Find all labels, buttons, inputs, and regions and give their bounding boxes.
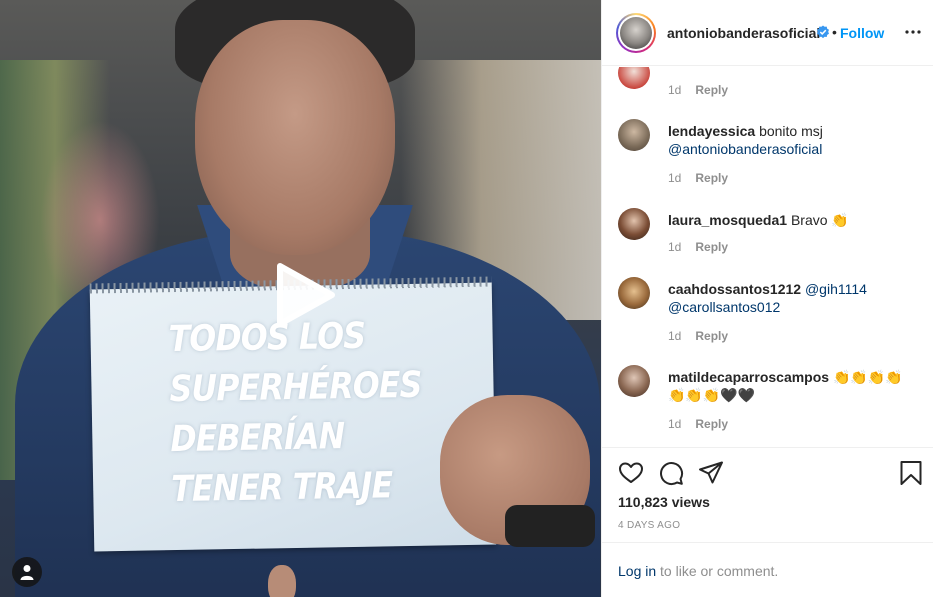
comment-username[interactable]: lendayessica [668, 123, 755, 139]
reply-button[interactable]: Reply [695, 171, 728, 185]
comment-icon[interactable] [658, 460, 684, 486]
reply-button[interactable]: Reply [695, 329, 728, 343]
view-count[interactable]: 110,823 views [618, 494, 710, 510]
comment-avatar[interactable] [618, 119, 650, 151]
author-avatar[interactable] [616, 13, 656, 53]
comment-text: lendayessica bonito msj @antoniobanderas… [668, 122, 908, 158]
comment-username[interactable]: caahdossantos1212 [668, 281, 801, 297]
login-link[interactable]: Log in [618, 563, 656, 579]
comment-avatar[interactable] [618, 208, 650, 240]
share-icon[interactable] [698, 460, 724, 486]
reply-button[interactable]: Reply [695, 417, 728, 431]
wrist-watch [505, 505, 595, 547]
login-rest: to like or comment. [656, 563, 779, 579]
header-separator: • [832, 24, 837, 40]
comment-item: caahdossantos1212 @gih1114 @carollsantos… [618, 277, 918, 347]
bookmark-icon[interactable] [898, 460, 924, 486]
post-video[interactable]: TODOS LOS SUPERHÉROES DEBERÍAN TENER TRA… [0, 0, 601, 597]
reply-button[interactable]: Reply [695, 240, 728, 254]
comment-avatar[interactable] [618, 365, 650, 397]
comment-meta: 1d Reply [668, 329, 728, 343]
comment-item: 1d Reply [618, 67, 918, 97]
comment-age: 1d [668, 83, 682, 97]
follow-button[interactable]: Follow [840, 25, 884, 41]
comment-age: 1d [668, 417, 682, 431]
more-options-icon[interactable] [904, 22, 922, 42]
login-prompt: Log in to like or comment. [602, 542, 933, 597]
comment-item: laura_mosqueda1 Bravo 👏 1d Reply [618, 208, 918, 258]
person-face [195, 20, 395, 255]
comment-username[interactable]: laura_mosqueda1 [668, 212, 787, 228]
author-username[interactable]: antoniobanderasoficial [667, 25, 820, 41]
comment-list[interactable]: 1d Reply lendayessica bonito msj @antonio… [602, 67, 933, 447]
comment-item: matildecaparroscampos 👏👏👏👏👏👏👏🖤🖤 1d Reply [618, 365, 918, 435]
play-icon[interactable] [274, 262, 336, 328]
comment-text: caahdossantos1212 @gih1114 @carollsantos… [668, 280, 908, 316]
comment-username[interactable]: matildecaparroscampos [668, 369, 829, 385]
comment-avatar[interactable] [618, 277, 650, 309]
reply-button[interactable]: Reply [695, 83, 728, 97]
comment-mention[interactable]: @antoniobanderasoficial [668, 141, 822, 157]
post-side-panel: antoniobanderasoficial • Follow 1d Reply … [601, 0, 933, 597]
post-timestamp[interactable]: 4 DAYS AGO [618, 520, 680, 531]
pad-line-2: SUPERHÉROES [169, 364, 422, 411]
comment-avatar[interactable] [618, 67, 650, 89]
post-header: antoniobanderasoficial • Follow [602, 0, 933, 66]
person-thumb [268, 565, 296, 597]
login-text: Log in to like or comment. [618, 563, 778, 579]
comment-mention[interactable]: @gih1114 [805, 281, 867, 297]
comment-meta: 1d Reply [668, 171, 728, 185]
comment-text: laura_mosqueda1 Bravo 👏 [668, 211, 908, 229]
pad-line-4: TENER TRAJE [170, 465, 393, 511]
user-tag-icon [20, 565, 34, 580]
comment-text: matildecaparroscampos 👏👏👏👏👏👏👏🖤🖤 [668, 368, 908, 404]
post-actions: 110,823 views 4 DAYS AGO [602, 447, 933, 542]
heart-icon[interactable] [618, 460, 644, 486]
comment-age: 1d [668, 240, 682, 254]
pad-line-3: DEBERÍAN [170, 416, 345, 461]
comment-meta: 1d Reply [668, 417, 728, 431]
verified-badge-icon [817, 25, 829, 39]
comment-age: 1d [668, 329, 682, 343]
comment-item: lendayessica bonito msj @antoniobanderas… [618, 119, 918, 189]
comment-mention-2[interactable]: @carollsantos012 [668, 299, 780, 315]
comment-age: 1d [668, 171, 682, 185]
comment-message: Bravo 👏 [790, 212, 849, 228]
user-tag-button[interactable] [12, 557, 42, 587]
comment-meta: 1d Reply [668, 240, 728, 254]
comment-message: bonito msj [759, 123, 823, 139]
comment-meta: 1d Reply [668, 83, 728, 97]
